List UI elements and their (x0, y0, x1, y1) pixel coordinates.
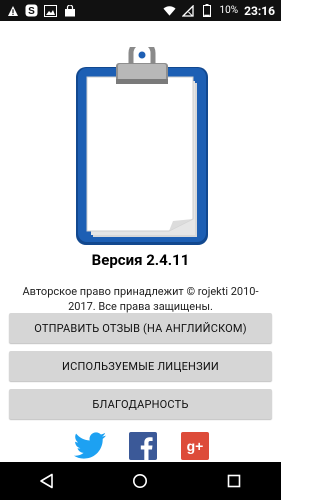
google-plus-label: g+ (187, 438, 204, 454)
battery-icon (201, 4, 214, 17)
status-left-icons: S (6, 4, 76, 17)
home-button[interactable] (120, 466, 160, 496)
social-links: g+ (0, 432, 281, 462)
google-plus-icon[interactable]: g+ (181, 432, 209, 460)
shopping-bag-icon (63, 4, 76, 17)
status-bar: S 10% 23:16 (0, 0, 281, 21)
twitter-icon[interactable] (73, 432, 107, 460)
thanks-button[interactable]: БЛАГОДАРНОСТЬ (9, 389, 272, 419)
svg-text:S: S (28, 6, 35, 17)
status-time: 23:16 (244, 3, 275, 18)
version-title: Версия 2.4.11 (91, 251, 190, 269)
copyright-text: Авторское право принадлежит © rojekti 20… (22, 285, 259, 313)
about-content: Версия 2.4.11 Авторское право принадлежи… (0, 21, 281, 462)
navigation-bar (0, 462, 281, 500)
recents-button[interactable] (214, 466, 254, 496)
battery-percent: 10% (219, 5, 239, 16)
status-right-icons: 10% 23:16 (162, 3, 275, 18)
warning-icon (6, 4, 19, 17)
send-feedback-button[interactable]: ОТПРАВИТЬ ОТЗЫВ (НА АНГЛИЙСКОМ) (9, 313, 272, 343)
back-button[interactable] (27, 466, 67, 496)
sync-icon: S (25, 4, 38, 17)
back-icon (40, 473, 53, 489)
wifi-icon (162, 4, 176, 17)
licenses-button[interactable]: ИСПОЛЬЗУЕМЫЕ ЛИЦЕНЗИИ (9, 351, 272, 381)
image-icon (44, 4, 57, 17)
recents-icon (227, 474, 241, 488)
no-sim-icon (182, 4, 195, 17)
facebook-icon[interactable] (129, 432, 157, 460)
home-icon (133, 474, 148, 488)
clipboard-logo-icon (76, 47, 208, 245)
about-screen: S 10% 23:16 Версия 2.4.11 Авторское прав… (0, 0, 281, 500)
